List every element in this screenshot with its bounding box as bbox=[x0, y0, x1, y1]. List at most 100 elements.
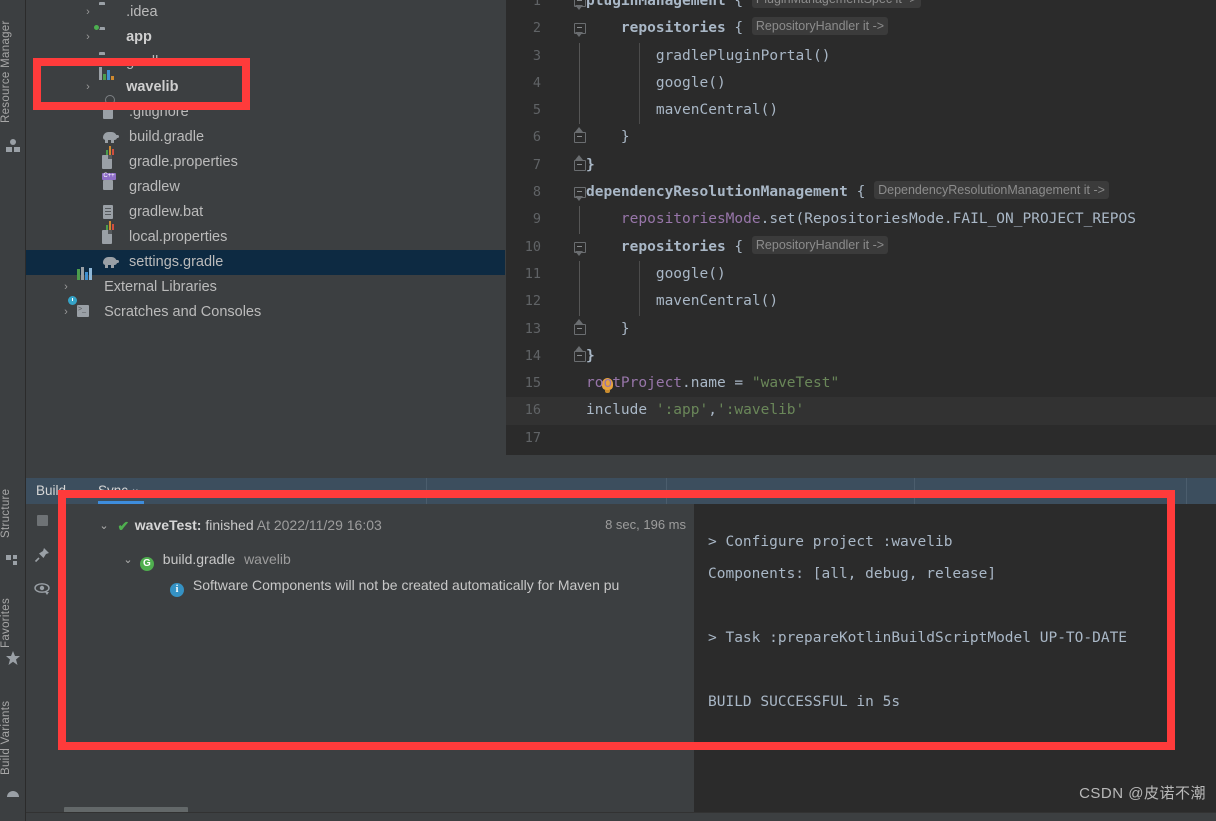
tree-item-scratches-and-consoles[interactable]: › >_ Scratches and Consoles bbox=[26, 300, 505, 325]
line-number: 3 bbox=[506, 43, 541, 70]
tree-item-label: Scratches and Consoles bbox=[104, 304, 261, 320]
stop-icon[interactable] bbox=[34, 512, 51, 529]
code-token bbox=[586, 239, 621, 255]
code-line[interactable]: 2 repositories { RepositoryHandler it -> bbox=[506, 15, 1216, 42]
tree-item-label: wavelib bbox=[126, 79, 178, 95]
properties-icon bbox=[102, 228, 120, 244]
code-line[interactable]: 3 gradlePluginPortal() bbox=[506, 43, 1216, 70]
code-line[interactable]: 9 repositoriesMode.set(RepositoriesMode.… bbox=[506, 206, 1216, 233]
project-tree-panel[interactable]: › .idea › app › gradle › wavelib .gitign… bbox=[26, 0, 505, 477]
code-token: , bbox=[708, 402, 717, 418]
code-line[interactable]: 5 mavenCentral() bbox=[506, 97, 1216, 124]
code-line[interactable]: 16include ':app',':wavelib' bbox=[506, 397, 1216, 424]
code-line[interactable]: 4 google() bbox=[506, 70, 1216, 97]
fold-expanded-icon[interactable] bbox=[574, 0, 586, 7]
tree-item-idea[interactable]: › .idea bbox=[26, 0, 505, 25]
android-icon bbox=[5, 786, 21, 802]
libraries-icon bbox=[77, 278, 95, 294]
code-line[interactable]: 7} bbox=[506, 152, 1216, 179]
chevron-down-icon[interactable]: ⌄ bbox=[96, 515, 112, 537]
code-line[interactable]: 8dependencyResolutionManagement { Depend… bbox=[506, 179, 1216, 206]
build-tree-row-warning[interactable]: i Software Components will not be create… bbox=[58, 572, 694, 598]
tab-build[interactable]: Build bbox=[30, 478, 72, 504]
chevron-right-icon[interactable]: › bbox=[81, 75, 95, 100]
code-text: pluginManagement { PluginManagementSpec … bbox=[586, 0, 921, 15]
code-text: include ':app',':wavelib' bbox=[586, 397, 804, 424]
build-root-title: waveTest: bbox=[135, 517, 202, 533]
code-token: "waveTest" bbox=[752, 375, 839, 391]
build-tree-row-root[interactable]: ⌄ ✔ waveTest: finished At 2022/11/29 16:… bbox=[58, 504, 694, 546]
code-token: } bbox=[586, 129, 630, 145]
code-token: { bbox=[734, 20, 743, 36]
code-token: } bbox=[586, 157, 595, 173]
code-line[interactable]: 17 bbox=[506, 425, 1216, 452]
build-output-console[interactable]: > Configure project :wavelibComponents: … bbox=[694, 504, 1216, 821]
chevron-right-icon[interactable]: › bbox=[81, 50, 95, 75]
gradle-icon bbox=[102, 128, 120, 144]
code-token bbox=[743, 0, 752, 9]
tree-item-gradlew-bat[interactable]: gradlew.bat bbox=[26, 200, 505, 225]
code-line[interactable]: 10 repositories { RepositoryHandler it -… bbox=[506, 234, 1216, 261]
console-line: > Configure project :wavelib bbox=[708, 526, 1216, 558]
tool-button-favorites[interactable]: Favorites bbox=[0, 590, 25, 656]
fold-expanded-icon[interactable] bbox=[574, 22, 586, 34]
tab-label: Sync bbox=[98, 483, 128, 498]
tree-item-external-libraries[interactable]: › External Libraries bbox=[26, 275, 505, 300]
pin-icon[interactable] bbox=[34, 546, 51, 563]
code-token: repositoriesMode bbox=[586, 211, 761, 227]
android-studio-window: Resource Manager Structure Favorites Bui… bbox=[0, 0, 1216, 821]
chevron-down-icon[interactable]: ⌄ bbox=[120, 547, 136, 573]
line-number: 4 bbox=[506, 70, 541, 97]
tree-item-build-gradle[interactable]: build.gradle bbox=[26, 125, 505, 150]
tree-item-label: gradlew bbox=[129, 179, 180, 195]
eye-icon[interactable] bbox=[34, 580, 51, 597]
code-line[interactable]: 1 pluginManagement { PluginManagementSpec… bbox=[506, 0, 1216, 15]
code-line[interactable]: 14} bbox=[506, 343, 1216, 370]
tree-item-gradle-properties[interactable]: gradle.properties bbox=[26, 150, 505, 175]
tree-item-label: gradle bbox=[126, 54, 166, 70]
tool-button-structure[interactable]: Structure bbox=[0, 478, 25, 548]
tool-button-build-variants[interactable]: Build Variants bbox=[0, 692, 25, 784]
tree-item-settings-gradle[interactable]: settings.gradle bbox=[26, 250, 505, 275]
build-result-tree[interactable]: ⌄ ✔ waveTest: finished At 2022/11/29 16:… bbox=[58, 504, 694, 821]
fold-end-icon[interactable] bbox=[574, 159, 586, 171]
fold-end-icon[interactable] bbox=[574, 350, 586, 362]
tree-item-gitignore[interactable]: .gitignore bbox=[26, 100, 505, 125]
code-token: ':wavelib' bbox=[717, 402, 804, 418]
code-editor[interactable]: 1 pluginManagement { PluginManagementSpec… bbox=[506, 0, 1216, 477]
chevron-right-icon[interactable]: › bbox=[81, 0, 95, 25]
build-root-state: finished bbox=[205, 517, 253, 533]
tree-item-label: .gitignore bbox=[129, 104, 189, 120]
code-line[interactable]: 12 mavenCentral() bbox=[506, 288, 1216, 315]
code-token: } bbox=[586, 348, 595, 364]
tree-item-gradle-folder[interactable]: › gradle bbox=[26, 50, 505, 75]
tree-item-gradlew[interactable]: C++ gradlew bbox=[26, 175, 505, 200]
tree-item-label: .idea bbox=[126, 4, 157, 20]
fold-end-icon[interactable] bbox=[574, 323, 586, 335]
line-number: 15 bbox=[506, 370, 541, 397]
code-token bbox=[743, 20, 752, 36]
console-line bbox=[708, 590, 1216, 622]
tree-item-wavelib[interactable]: › wavelib bbox=[26, 75, 505, 100]
fold-expanded-icon[interactable] bbox=[574, 241, 586, 253]
build-tool-window: Build Sync× ⌄ ✔ waveTest: finish bbox=[26, 478, 1216, 821]
console-line bbox=[708, 654, 1216, 686]
line-number: 1 bbox=[506, 0, 541, 15]
gitignore-icon bbox=[102, 103, 120, 119]
code-line[interactable]: 6 } bbox=[506, 124, 1216, 151]
code-line[interactable]: 15rootProject.name = "waveTest" bbox=[506, 370, 1216, 397]
fold-end-icon[interactable] bbox=[574, 131, 586, 143]
tree-item-local-properties[interactable]: local.properties bbox=[26, 225, 505, 250]
tree-item-app[interactable]: › app bbox=[26, 25, 505, 50]
code-line[interactable]: 13 } bbox=[506, 316, 1216, 343]
code-line[interactable]: 11 google() bbox=[506, 261, 1216, 288]
tree-item-label: External Libraries bbox=[104, 279, 217, 295]
tab-sync[interactable]: Sync × bbox=[92, 478, 144, 504]
build-tree-row-gradle[interactable]: ⌄ G build.gradle wavelib bbox=[58, 546, 694, 572]
line-number: 5 bbox=[506, 97, 541, 124]
close-icon[interactable]: × bbox=[132, 486, 138, 498]
parameter-hint: PluginManagementSpec it -> bbox=[752, 0, 921, 8]
fold-expanded-icon[interactable] bbox=[574, 186, 586, 198]
resource-manager-icon bbox=[5, 138, 21, 154]
tool-button-resource-manager[interactable]: Resource Manager bbox=[0, 8, 25, 136]
